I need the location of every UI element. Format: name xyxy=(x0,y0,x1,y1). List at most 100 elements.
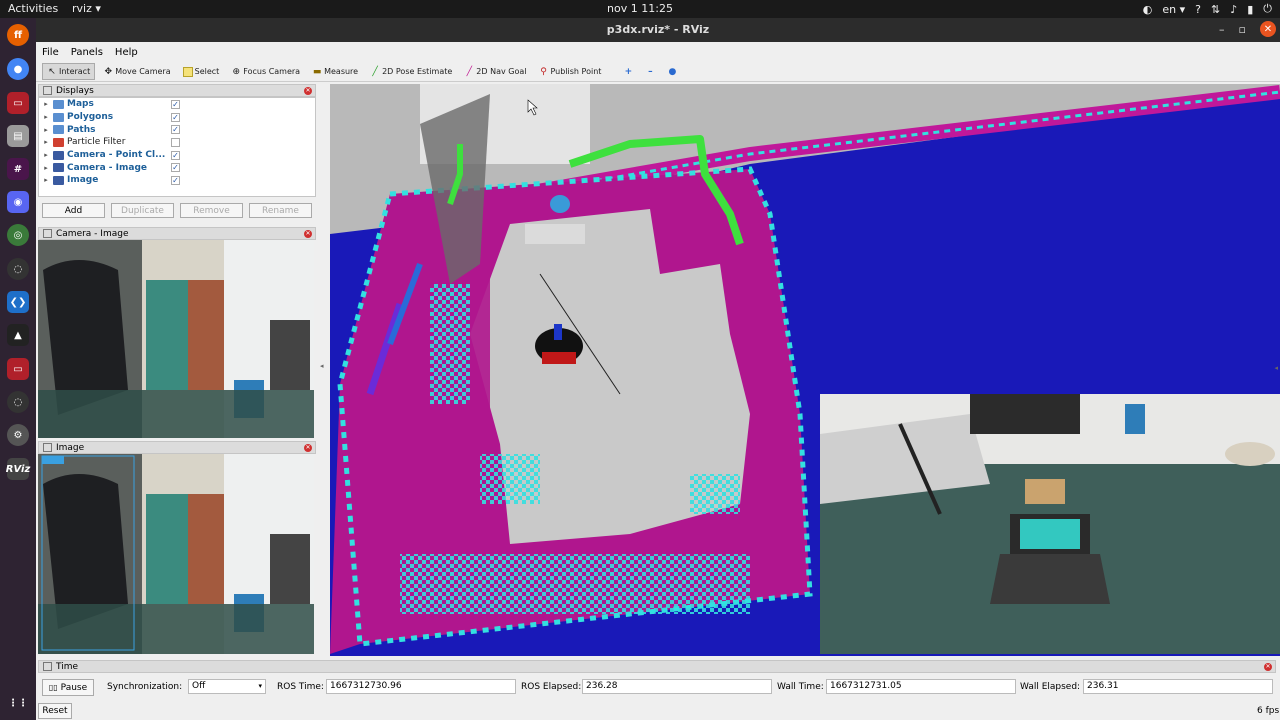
files-icon[interactable]: ▤ xyxy=(7,125,29,147)
pose-estimate-tool[interactable]: ╱ 2D Pose Estimate xyxy=(366,63,456,80)
menu-file[interactable]: File xyxy=(42,47,59,58)
obs2-icon[interactable]: ◌ xyxy=(7,391,29,413)
camera-image-view xyxy=(38,240,314,438)
publish-point-label: Publish Point xyxy=(550,67,602,76)
display-item-polygons[interactable]: ▸ Polygons ✓ xyxy=(39,111,315,124)
expand-arrow-icon[interactable]: ▸ xyxy=(39,164,53,172)
display-item-camera-image[interactable]: ▸ Camera - Image ✓ xyxy=(39,161,315,174)
add-tool-button[interactable]: + xyxy=(619,63,637,80)
terminal-icon[interactable]: ▭ xyxy=(7,92,29,114)
menu-panels[interactable]: Panels xyxy=(71,47,103,58)
display-checkbox[interactable]: ✓ xyxy=(171,112,180,122)
displays-close-icon[interactable]: ✕ xyxy=(304,87,312,95)
display-item-image[interactable]: ▸ Image ✓ xyxy=(39,174,315,187)
expand-arrow-icon[interactable]: ▸ xyxy=(39,126,53,134)
nav-goal-tool[interactable]: ╱ 2D Nav Goal xyxy=(460,63,530,80)
expand-arrow-icon[interactable]: ▸ xyxy=(39,100,53,108)
left-dock: Displays ✕ ▸ Maps ✓ ▸ Polygons ✓ ▸ Paths ✓ ▸ Par… xyxy=(38,84,316,654)
network-icon[interactable]: ◐ xyxy=(1143,3,1153,16)
display-label: Camera - Image xyxy=(67,162,148,173)
publish-point-tool[interactable]: ⚲ Publish Point xyxy=(534,63,605,80)
menu-help[interactable]: Help xyxy=(115,47,138,58)
close-icon[interactable]: ✕ xyxy=(1260,21,1276,37)
select-tool[interactable]: Select xyxy=(179,63,224,80)
ros-time-field[interactable]: 1667312730.96 xyxy=(326,679,516,694)
show-apps-icon[interactable]: ⋮⋮ xyxy=(7,692,29,714)
discord-icon[interactable]: ◉ xyxy=(7,191,29,213)
vscode-icon[interactable]: ❮❯ xyxy=(7,291,29,313)
display-checkbox[interactable]: ✓ xyxy=(171,100,180,109)
expand-arrow-icon[interactable]: ▸ xyxy=(39,113,53,121)
ros-time-label: ROS Time: xyxy=(277,682,324,692)
menu-bar: File Panels Help xyxy=(36,44,1280,60)
display-item-maps[interactable]: ▸ Maps ✓ xyxy=(39,98,315,111)
ros-elapsed-field[interactable]: 236.28 xyxy=(582,679,772,694)
dock-collapse-icon[interactable]: ◂ xyxy=(1274,364,1278,372)
displays-panel-header: Displays ✕ xyxy=(38,84,316,97)
3d-render-view[interactable]: ◂ xyxy=(330,84,1280,656)
rename-button[interactable]: Rename xyxy=(249,203,312,218)
firefox-icon[interactable]: ff xyxy=(7,24,29,46)
wall-time-field[interactable]: 1667312731.05 xyxy=(826,679,1016,694)
time-panel: Time ✕ ▯▯ Pause Synchronization: Off ▾ ROS … xyxy=(36,658,1280,720)
panel-float-icon[interactable] xyxy=(43,662,52,671)
pause-button[interactable]: ▯▯ Pause xyxy=(42,679,94,696)
display-label: Polygons xyxy=(67,112,114,123)
clock[interactable]: nov 1 11:25 xyxy=(0,2,1280,15)
displays-buttons: Add Duplicate Remove Rename xyxy=(38,197,316,224)
help-icon[interactable]: ? xyxy=(1195,3,1201,16)
display-checkbox[interactable]: ✓ xyxy=(171,163,180,173)
display-checkbox[interactable]: ✓ xyxy=(171,125,180,135)
display-checkbox[interactable]: ✓ xyxy=(171,150,180,160)
obs-icon[interactable]: ◌ xyxy=(7,258,29,280)
battery-icon[interactable]: ▮ xyxy=(1247,3,1253,16)
wall-elapsed-label: Wall Elapsed: xyxy=(1020,682,1081,692)
settings-icon[interactable]: ⚙ xyxy=(7,424,29,446)
focus-camera-label: Focus Camera xyxy=(243,67,301,76)
terminal2-icon[interactable]: ▭ xyxy=(7,358,29,380)
expand-arrow-icon[interactable]: ▸ xyxy=(39,176,53,184)
language-indicator[interactable]: en ▾ xyxy=(1162,3,1185,16)
panel-float-icon[interactable] xyxy=(43,86,52,95)
network-wired-icon[interactable]: ⇅ xyxy=(1211,3,1220,16)
camera-panel-close-icon[interactable]: ✕ xyxy=(304,230,312,238)
splitter-handle-icon[interactable]: ◂ xyxy=(320,362,324,370)
display-checkbox[interactable] xyxy=(171,138,180,148)
camera-image-panel-header: Camera - Image ✕ xyxy=(38,227,316,240)
expand-arrow-icon[interactable]: ▸ xyxy=(39,151,53,159)
green-arrow-icon: ╱ xyxy=(372,66,378,77)
move-camera-tool[interactable]: ✥ Move Camera xyxy=(99,63,174,80)
panel-float-icon[interactable] xyxy=(43,443,52,452)
focus-camera-tool[interactable]: ⊕ Focus Camera xyxy=(227,63,304,80)
power-icon[interactable]: ⏻ xyxy=(1263,2,1272,16)
move-icon: ✥ xyxy=(104,66,112,77)
slack-icon[interactable]: # xyxy=(7,158,29,180)
wall-elapsed-field[interactable]: 236.31 xyxy=(1083,679,1273,694)
duplicate-button[interactable]: Duplicate xyxy=(111,203,174,218)
inkscape-icon[interactable]: ▲ xyxy=(7,324,29,346)
microphone-icon[interactable]: ♪ xyxy=(1230,3,1237,16)
window-titlebar: p3dx.rviz* - RViz – ▫ ✕ xyxy=(36,18,1280,42)
display-item-point-cloud[interactable]: ▸ Camera - Point Cl... ✓ xyxy=(39,149,315,162)
display-checkbox[interactable]: ✓ xyxy=(171,176,180,186)
remove-button[interactable]: Remove xyxy=(180,203,243,218)
panel-float-icon[interactable] xyxy=(43,229,52,238)
minimize-icon[interactable]: – xyxy=(1219,23,1225,36)
display-item-paths[interactable]: ▸ Paths ✓ xyxy=(39,123,315,136)
reset-button[interactable]: Reset xyxy=(38,703,72,719)
chrome-icon[interactable]: ● xyxy=(7,58,29,80)
maximize-icon[interactable]: ▫ xyxy=(1239,23,1246,36)
image-panel-close-icon[interactable]: ✕ xyxy=(304,444,312,452)
browser-icon[interactable]: ◎ xyxy=(7,224,29,246)
remove-tool-button[interactable]: – xyxy=(641,63,659,80)
display-item-particle-filter[interactable]: ▸ Particle Filter xyxy=(39,136,315,149)
add-display-button[interactable]: Add xyxy=(42,203,105,218)
tool-properties-button[interactable]: ● xyxy=(663,63,681,80)
rviz-icon[interactable]: RViz xyxy=(6,458,30,480)
interact-tool[interactable]: ↖ Interact xyxy=(42,63,96,80)
expand-arrow-icon[interactable]: ▸ xyxy=(39,138,53,146)
sync-select[interactable]: Off ▾ xyxy=(188,679,266,694)
measure-tool[interactable]: ▬ Measure xyxy=(308,63,362,80)
time-panel-close-icon[interactable]: ✕ xyxy=(1264,663,1272,671)
image-icon xyxy=(53,175,64,185)
